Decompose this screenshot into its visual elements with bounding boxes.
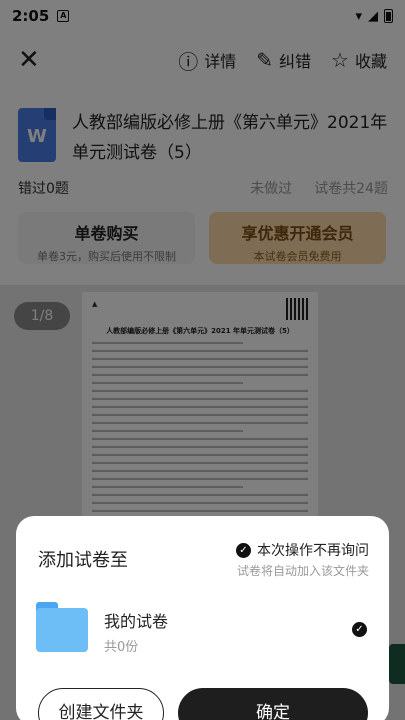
folder-selected-checkmark-icon[interactable]: ✓ — [352, 622, 367, 637]
checkmark-icon: ✓ — [236, 542, 251, 558]
folder-name[interactable]: 我的试卷 — [104, 608, 168, 632]
add-to-folder-sheet: 添加试卷至 ✓ 本次操作不再询问 试卷将自动加入该文件夹 我的试卷 共0份 ✓ … — [16, 516, 389, 720]
create-folder-button[interactable]: 创建文件夹 — [38, 688, 164, 720]
no-ask-toggle[interactable]: ✓ 本次操作不再询问 — [236, 540, 369, 560]
folder-icon — [36, 602, 88, 652]
confirm-button[interactable]: 确定 — [178, 688, 368, 720]
sheet-title: 添加试卷至 — [38, 550, 128, 571]
folder-count: 共0份 — [104, 640, 139, 655]
auto-add-hint: 试卷将自动加入该文件夹 — [236, 564, 369, 578]
no-ask-label: 本次操作不再询问 — [257, 543, 369, 559]
